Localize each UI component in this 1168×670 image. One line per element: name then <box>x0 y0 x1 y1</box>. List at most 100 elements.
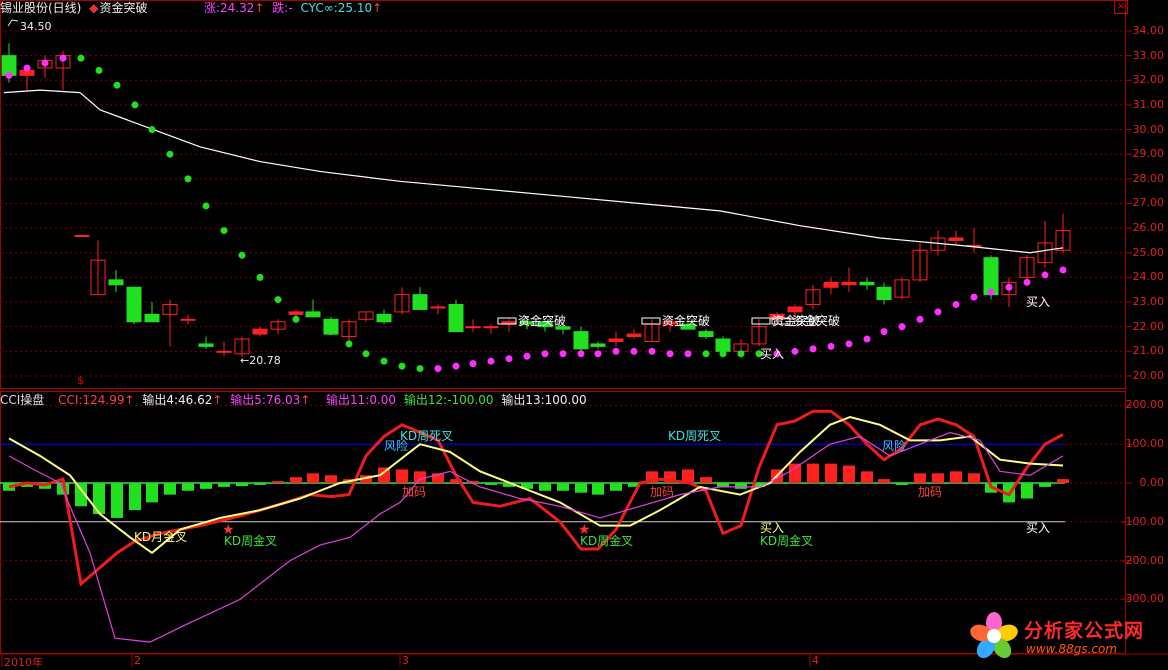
risk-label: 风险 <box>384 438 408 453</box>
price-values: 涨:24.32↑ 跌:- CYC∞:25.10↑ <box>204 1 383 15</box>
close-icon[interactable]: × <box>1114 0 1128 14</box>
watermark-title: 分析家公式网 <box>1024 620 1145 642</box>
x-axis-label: 2010年 <box>4 656 43 669</box>
sar-dot <box>1005 283 1013 291</box>
dollar-mark: $ <box>77 374 84 387</box>
sar-dot <box>719 350 727 358</box>
candle-body <box>483 326 499 329</box>
sar-dot <box>1023 278 1031 286</box>
sar-dot <box>934 308 942 316</box>
sar-dot <box>648 347 656 355</box>
cci-histogram-bar <box>825 463 837 483</box>
cci-header: CCI操盘 CCI:124.99↑ 输出4:46.62↑ 输出5:76.03↑ <box>0 393 311 407</box>
price-y-tick-label: 29.00 <box>1132 147 1165 161</box>
out13-value: 输出13:100.00 <box>501 393 587 407</box>
sar-dot <box>541 350 549 358</box>
cci-y-tick-label: -300.00 <box>1121 592 1164 606</box>
candle-body <box>626 333 642 338</box>
sar-dot <box>1059 266 1067 274</box>
cci-histogram-bar <box>789 463 801 483</box>
sar-dot <box>95 66 103 74</box>
cci-histogram-bar <box>485 483 497 485</box>
sar-dot <box>23 64 31 72</box>
candle-body <box>412 294 428 310</box>
sar-dot <box>559 350 567 358</box>
candle-body <box>841 281 857 286</box>
sar-dot <box>880 328 888 336</box>
sar-dot <box>202 202 210 210</box>
cci-histogram-bar <box>878 479 890 483</box>
cci-histogram-bar <box>182 483 194 491</box>
buy-label: 买入 <box>760 347 784 361</box>
sar-dot <box>113 81 121 89</box>
candle-body <box>823 281 839 288</box>
sar-dot <box>166 150 174 158</box>
cci-y-tick-label: -100.00 <box>1121 514 1164 528</box>
sar-dot <box>952 301 960 309</box>
cci-y-tick-label: -200.00 <box>1121 553 1164 567</box>
cci-histogram-bar <box>164 483 176 495</box>
add-label: 加码 <box>650 485 674 499</box>
sar-dot <box>131 101 139 109</box>
price-y-tick-label: 24.00 <box>1132 270 1165 284</box>
sar-dot <box>630 347 638 355</box>
up-value: 涨:24.32 <box>204 1 255 15</box>
cci-histogram-bar <box>700 477 712 483</box>
cci-histogram-bar <box>843 465 855 483</box>
cci-histogram-bar <box>325 475 337 483</box>
sar-dot <box>594 350 602 358</box>
candle-body <box>430 306 446 309</box>
sar-dot <box>487 357 495 365</box>
cci-histogram-bar <box>557 483 569 491</box>
sar-dot <box>791 347 799 355</box>
sar-dot <box>274 296 282 304</box>
sar-dot <box>41 59 49 67</box>
chart-canvas[interactable]: 34.50←20.78资金突破 资金突破 资金突破资金突破买入买入$KD月金叉 ★KD… <box>0 0 1168 667</box>
cci-histogram-bar <box>592 483 604 495</box>
price-y-tick-label: 20.00 <box>1132 368 1165 382</box>
candle-body <box>198 343 214 347</box>
sar-dot <box>737 350 745 358</box>
sar-dot <box>505 355 513 363</box>
sar-dot <box>292 315 300 323</box>
cci-panel-frame <box>0 391 1126 654</box>
sar-dot <box>345 340 353 348</box>
signal-box <box>641 317 661 325</box>
cci-histogram-bar <box>290 477 302 483</box>
candle-body <box>288 311 304 315</box>
price-y-tick-label: 21.00 <box>1132 344 1165 358</box>
cci-histogram-bar <box>1057 479 1069 483</box>
out11-value: 输出11:0.00 <box>326 393 397 407</box>
high-marker <box>7 19 19 27</box>
watermark-logo: 分析家公式网 www.88gs.com <box>966 608 1166 664</box>
signal-label: 资金突破 <box>792 313 840 328</box>
cci-histogram-bar <box>610 483 622 491</box>
signal-label: 资金突破 <box>662 313 710 328</box>
cci-histogram-bar <box>861 471 873 483</box>
moving-average-line <box>3 89 1064 254</box>
high-price-label: 34.50 <box>20 20 52 33</box>
cci-histogram-bar <box>414 471 426 483</box>
sar-dot <box>59 54 67 62</box>
candle-body <box>305 311 321 318</box>
candle-body <box>144 313 160 323</box>
down-value: 跌:- <box>272 1 293 15</box>
cci-y-tick-label: 100.00 <box>1125 437 1165 451</box>
sar-dot <box>827 342 835 350</box>
sar-dot <box>684 350 692 358</box>
kd-week-gold-label: KD周金叉 <box>224 533 277 548</box>
out12-value: 输出12:-100.00 <box>403 393 494 407</box>
price-y-tick-label: 34.00 <box>1132 24 1165 37</box>
cci-histogram-bar <box>950 471 962 483</box>
sar-dot <box>256 273 264 281</box>
cci-histogram-bar <box>575 483 587 493</box>
cci-histogram-bar <box>272 481 284 483</box>
add-label: 加码 <box>402 485 426 499</box>
sar-dot <box>666 350 674 358</box>
sar-dot <box>184 175 192 183</box>
risk-label: 风险 <box>882 438 906 453</box>
indicator-mark: ◆ <box>89 1 99 15</box>
candle-body <box>180 318 196 321</box>
cci-histogram-bar <box>111 483 123 518</box>
candle-body <box>376 313 392 323</box>
